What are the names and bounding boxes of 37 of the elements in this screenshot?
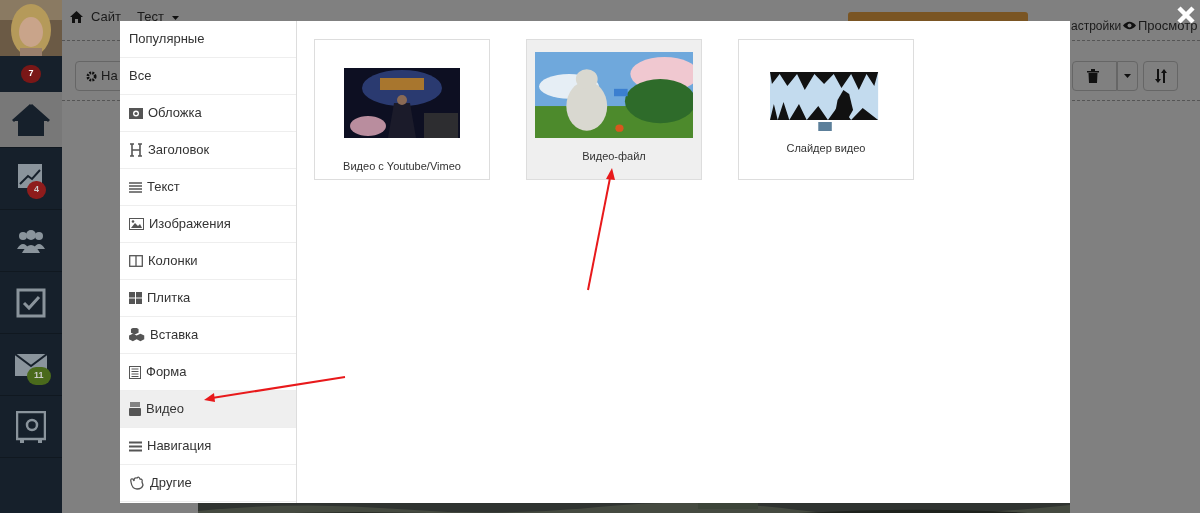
count-badge: 11 (27, 367, 51, 385)
columns-icon (129, 255, 143, 267)
breadcrumb-link[interactable]: Сайт (91, 10, 121, 24)
form-icon (129, 365, 141, 379)
caret-icon (1124, 74, 1131, 78)
home-icon (11, 102, 51, 137)
breadcrumb-link[interactable]: Тест (137, 10, 164, 24)
gear-icon (86, 70, 97, 82)
preview-link[interactable]: Просмотр (1138, 16, 1198, 36)
block-card[interactable]: Слайдер видео (738, 39, 914, 180)
menu-icon (129, 440, 142, 452)
dropdown-button[interactable] (1117, 61, 1138, 91)
home-icon (70, 11, 83, 23)
lines-icon (129, 181, 142, 193)
cubes-icon (129, 328, 145, 342)
eye-icon (1123, 21, 1136, 31)
count-badge: 4 (27, 181, 46, 199)
image-icon (129, 218, 144, 230)
trash-icon (1087, 69, 1099, 83)
camera-icon (129, 107, 143, 119)
category-item[interactable]: Видео (120, 391, 296, 428)
users-icon (15, 228, 47, 253)
block-card[interactable]: Видео с Youtube/Vimeo (314, 39, 490, 180)
sidebar-item[interactable] (0, 92, 62, 148)
checkbox-icon (16, 287, 46, 318)
hand-icon (129, 476, 145, 490)
publish-button[interactable] (848, 12, 1028, 22)
settings-link[interactable]: астройки (1071, 17, 1122, 35)
delete-button[interactable] (1072, 61, 1117, 91)
notification-badge: 7 (21, 65, 41, 83)
sort-icon (1154, 69, 1167, 83)
video-icon (129, 402, 141, 416)
safe-icon (16, 410, 46, 443)
grid-icon (129, 292, 142, 304)
block-card[interactable]: Видео-файл (526, 39, 702, 180)
sort-button[interactable] (1143, 61, 1178, 91)
heading-icon (129, 143, 143, 157)
